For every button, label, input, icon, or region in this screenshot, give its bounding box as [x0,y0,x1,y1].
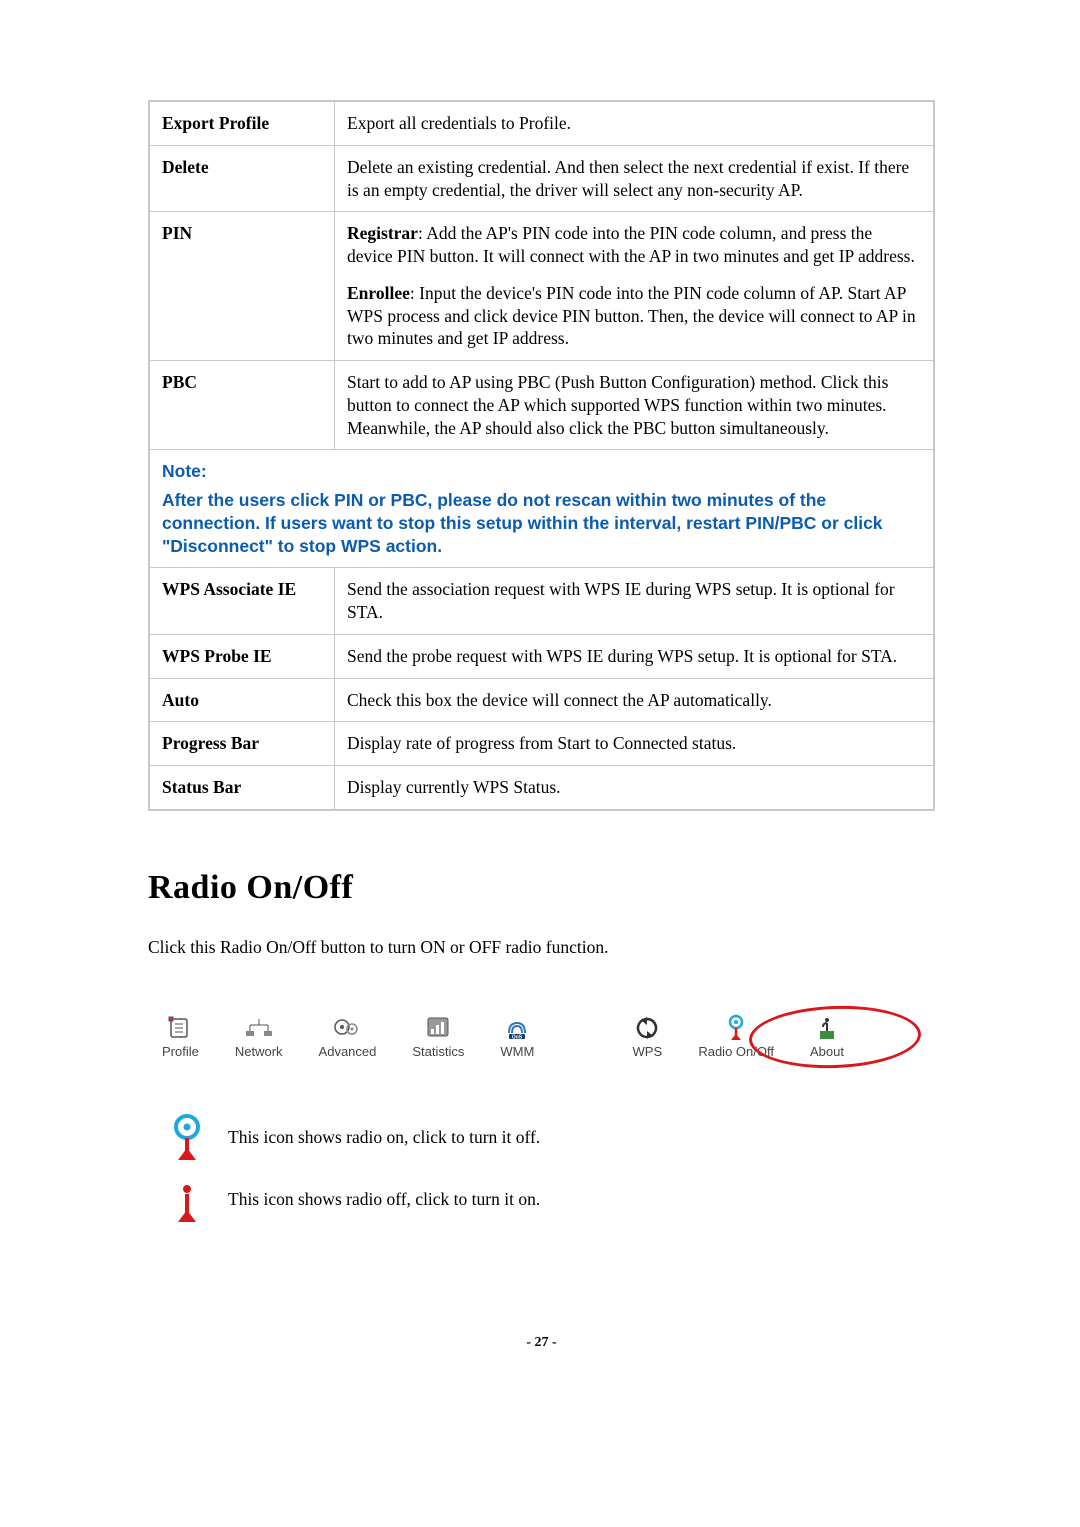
row-value: Send the association request with WPS IE… [335,568,935,635]
toolbar-label: Radio On/Off [698,1044,774,1059]
radio-off-row: This icon shows radio off, click to turn… [166,1175,935,1225]
note-cell: Note: After the users click PIN or PBC, … [149,450,934,568]
toolbar-item-advanced[interactable]: Advanced [319,1014,377,1059]
radio-on-row: This icon shows radio on, click to turn … [166,1113,935,1163]
note-row: Note: After the users click PIN or PBC, … [149,450,934,568]
table-row: Progress Bar Display rate of progress fr… [149,722,934,766]
table-row: PIN Registrar: Add the AP's PIN code int… [149,212,934,361]
section-heading: Radio On/Off [148,869,935,907]
statistics-icon [423,1014,453,1042]
row-value: Delete an existing credential. And then … [335,145,935,212]
row-label: PIN [149,212,335,361]
toolbar-label: WPS [633,1044,663,1059]
toolbar-item-profile[interactable]: Profile [162,1014,199,1059]
page-number: - 27 - [148,1335,935,1351]
row-value: Display rate of progress from Start to C… [335,722,935,766]
toolbar-item-network[interactable]: Network [235,1014,283,1059]
radio-on-text: This icon shows radio on, click to turn … [228,1127,540,1148]
row-value: Send the probe request with WPS IE durin… [335,634,935,678]
radio-off-text: This icon shows radio off, click to turn… [228,1189,540,1210]
table-row: WPS Probe IE Send the probe request with… [149,634,934,678]
row-label: PBC [149,361,335,450]
toolbar-item-statistics[interactable]: Statistics [412,1014,464,1059]
pin-registrar-text: : Add the AP's PIN code into the PIN cod… [347,223,915,266]
toolbar-label: Statistics [412,1044,464,1059]
table-row: Auto Check this box the device will conn… [149,678,934,722]
row-label: Export Profile [149,101,335,145]
network-icon [244,1014,274,1042]
svg-text:QoS: QoS [512,1034,523,1040]
toolbar-item-radio[interactable]: Radio On/Off [698,1014,774,1059]
section-body: Click this Radio On/Off button to turn O… [148,937,935,958]
toolbar-label: About [810,1044,844,1059]
table-row: Delete Delete an existing credential. An… [149,145,934,212]
pin-registrar-label: Registrar [347,223,418,243]
wps-icon [632,1014,662,1042]
row-label: WPS Associate IE [149,568,335,635]
wmm-icon: QoS [502,1014,532,1042]
toolbar-label: Profile [162,1044,199,1059]
row-label: Auto [149,678,335,722]
note-label: Note: [162,460,921,483]
row-value: Export all credentials to Profile. [335,101,935,145]
toolbar-label: Advanced [319,1044,377,1059]
row-value: Registrar: Add the AP's PIN code into th… [335,212,935,361]
table-row: PBC Start to add to AP using PBC (Push B… [149,361,934,450]
row-value: Start to add to AP using PBC (Push Butto… [335,361,935,450]
note-text: After the users click PIN or PBC, please… [162,490,883,556]
table-row: WPS Associate IE Send the association re… [149,568,934,635]
table-row: Status Bar Display currently WPS Status. [149,766,934,810]
toolbar-label: Network [235,1044,283,1059]
toolbar-label: WMM [500,1044,534,1059]
pin-enrollee-label: Enrollee [347,283,410,303]
row-label: Progress Bar [149,722,335,766]
row-label: Delete [149,145,335,212]
definitions-table: Export Profile Export all credentials to… [148,100,935,811]
row-label: WPS Probe IE [149,634,335,678]
radio-on-icon [166,1113,208,1163]
radio-on-icon [721,1014,751,1042]
radio-off-icon [166,1175,208,1225]
row-value: Check this box the device will connect t… [335,678,935,722]
table-row: Export Profile Export all credentials to… [149,101,934,145]
about-icon [812,1014,842,1042]
profile-icon [165,1014,195,1042]
toolbar-item-wps[interactable]: WPS [632,1014,662,1059]
advanced-icon [332,1014,362,1042]
row-label: Status Bar [149,766,335,810]
toolbar-item-wmm[interactable]: QoS WMM [500,1014,534,1059]
pin-enrollee-text: : Input the device's PIN code into the P… [347,283,916,349]
toolbar-item-about[interactable]: About [810,1014,844,1059]
toolbar: Profile Network Advanced Statistics QoS … [148,1008,935,1065]
row-value: Display currently WPS Status. [335,766,935,810]
